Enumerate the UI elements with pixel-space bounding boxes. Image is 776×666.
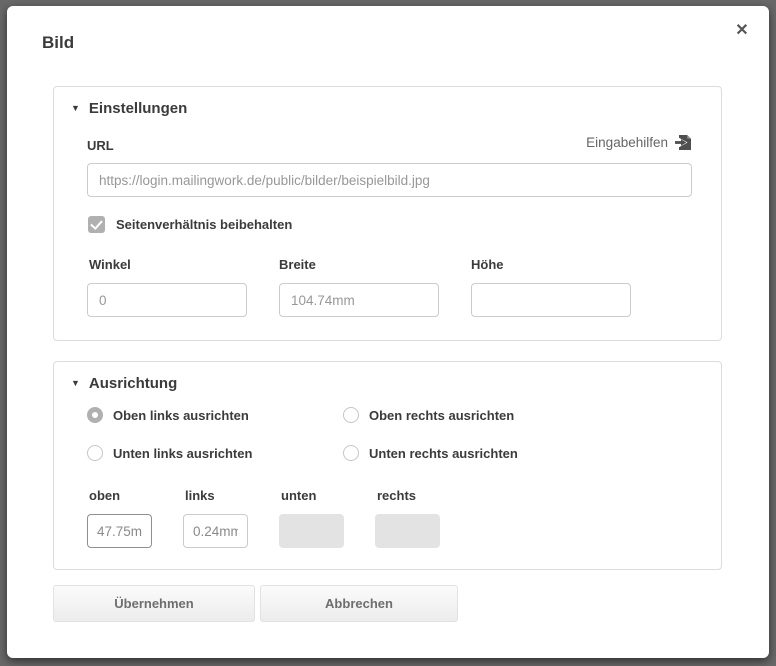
rechts-input (375, 514, 440, 548)
radio-icon (343, 407, 359, 423)
image-dialog: Bild ✕ ▼ Einstellungen URL Eingabehilfen (7, 6, 769, 658)
radio-unten-links[interactable]: Unten links ausrichten (87, 445, 252, 461)
breite-label: Breite (279, 257, 316, 272)
hoehe-label: Höhe (471, 257, 504, 272)
unten-label: unten (281, 488, 316, 503)
radio-oben-rechts[interactable]: Oben rechts ausrichten (343, 407, 514, 423)
radio-icon (87, 445, 103, 461)
radio-unten-links-label: Unten links ausrichten (113, 446, 252, 461)
aspect-ratio-option[interactable]: Seitenverhältnis beibehalten (88, 216, 292, 233)
unten-input (279, 514, 344, 548)
section-einstellungen-header[interactable]: ▼ Einstellungen (71, 100, 187, 117)
winkel-input[interactable] (87, 283, 247, 317)
rechts-label: rechts (377, 488, 416, 503)
hoehe-input[interactable] (471, 283, 631, 317)
radio-oben-links-label: Oben links ausrichten (113, 408, 249, 423)
oben-input[interactable] (87, 514, 152, 548)
cancel-button[interactable]: Abbrechen (260, 585, 458, 622)
radio-oben-rechts-label: Oben rechts ausrichten (369, 408, 514, 423)
url-label: URL (87, 138, 114, 153)
oben-label: oben (89, 488, 120, 503)
radio-unten-rechts[interactable]: Unten rechts ausrichten (343, 445, 518, 461)
radio-selected-icon (87, 407, 103, 423)
aspect-ratio-checkbox[interactable] (88, 216, 105, 233)
apply-button[interactable]: Übernehmen (53, 585, 255, 622)
aspect-ratio-label: Seitenverhältnis beibehalten (116, 217, 292, 232)
section-ausrichtung-header[interactable]: ▼ Ausrichtung (71, 375, 177, 392)
radio-oben-links[interactable]: Oben links ausrichten (87, 407, 249, 423)
section-ausrichtung-title: Ausrichtung (89, 375, 177, 392)
input-helpers-label: Eingabehilfen (586, 135, 668, 150)
url-input[interactable] (87, 163, 692, 197)
winkel-label: Winkel (89, 257, 131, 272)
input-helpers-link[interactable]: Eingabehilfen (586, 134, 692, 151)
links-label: links (185, 488, 215, 503)
radio-unten-rechts-label: Unten rechts ausrichten (369, 446, 518, 461)
links-input[interactable] (183, 514, 248, 548)
radio-icon (343, 445, 359, 461)
insert-page-icon (675, 134, 692, 151)
breite-input[interactable] (279, 283, 439, 317)
page-title: Bild (42, 33, 74, 53)
section-einstellungen-title: Einstellungen (89, 100, 187, 117)
section-ausrichtung: ▼ Ausrichtung Oben links ausrichten Oben… (53, 361, 722, 570)
chevron-down-icon: ▼ (71, 104, 80, 113)
section-einstellungen: ▼ Einstellungen URL Eingabehilfen Seiten… (53, 86, 722, 341)
close-icon[interactable]: ✕ (731, 20, 753, 42)
chevron-down-icon: ▼ (71, 379, 80, 388)
